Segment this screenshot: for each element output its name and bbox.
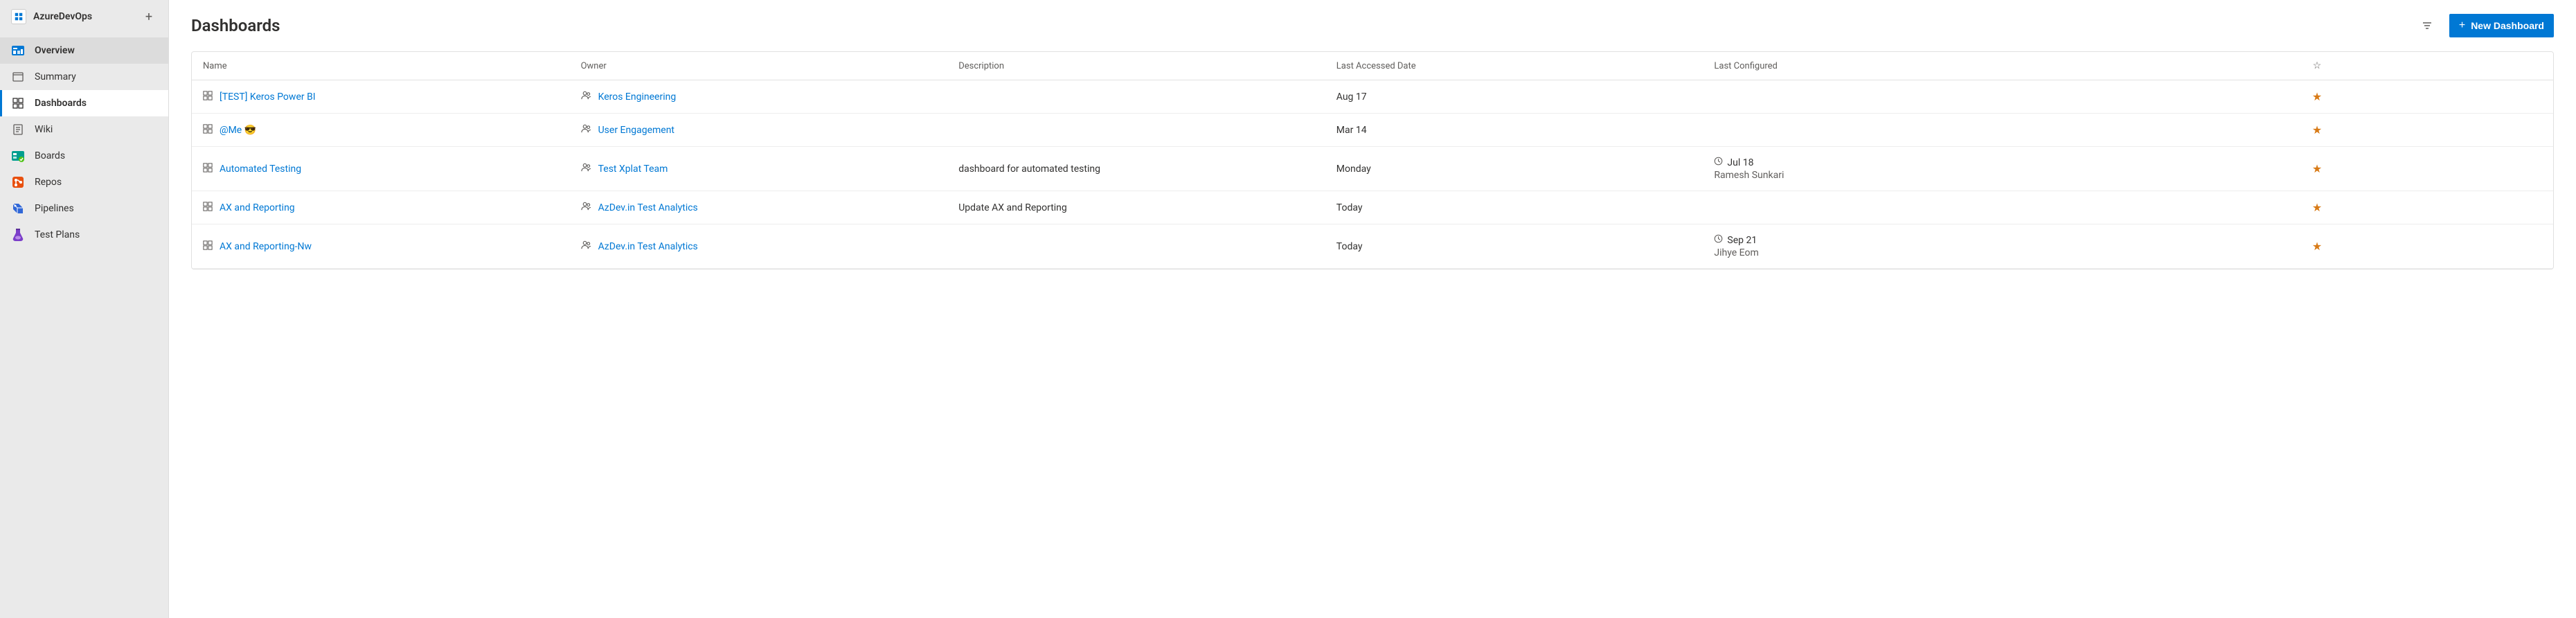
team-icon xyxy=(581,201,591,214)
table-row[interactable]: AX and Reporting AzDev.in Test Analytics… xyxy=(192,191,2553,224)
last-accessed-cell: Today xyxy=(1325,224,1703,269)
new-dashboard-button[interactable]: + New Dashboard xyxy=(2449,14,2554,37)
owner-link[interactable]: Keros Engineering xyxy=(598,91,677,103)
filter-button[interactable] xyxy=(2417,16,2437,35)
main-content: Dashboards + New Dashboard Name Owner De… xyxy=(169,0,2576,618)
nav-label: Boards xyxy=(35,150,65,161)
nav-list: Overview Summary Dashboards Wiki xyxy=(0,37,168,248)
clock-icon xyxy=(1714,157,1723,168)
project-icon xyxy=(11,9,26,24)
star-icon[interactable]: ★ xyxy=(2312,123,2322,136)
description-cell xyxy=(947,224,1325,269)
col-name[interactable]: Name xyxy=(192,52,570,80)
nav-label: Dashboards xyxy=(35,98,87,109)
nav-label: Repos xyxy=(35,177,62,188)
configured-cell: Jul 18 Ramesh Sunkari xyxy=(1714,157,2070,181)
description-cell: dashboard for automated testing xyxy=(947,147,1325,191)
team-icon xyxy=(581,90,591,103)
table-row[interactable]: @Me 😎 User Engagement Mar 14 ★ xyxy=(192,114,2553,147)
table-row[interactable]: AX and Reporting-Nw AzDev.in Test Analyt… xyxy=(192,224,2553,269)
col-last-accessed[interactable]: Last Accessed Date xyxy=(1325,52,1703,80)
col-owner[interactable]: Owner xyxy=(570,52,948,80)
sidebar-item-boards[interactable]: Boards xyxy=(0,143,168,169)
description-cell xyxy=(947,114,1325,147)
sidebar-header: AzureDevOps + xyxy=(0,0,168,33)
last-accessed-cell: Aug 17 xyxy=(1325,80,1703,114)
description-cell: Update AX and Reporting xyxy=(947,191,1325,224)
page-header: Dashboards + New Dashboard xyxy=(191,14,2554,37)
star-icon[interactable]: ★ xyxy=(2312,201,2322,214)
col-description[interactable]: Description xyxy=(947,52,1325,80)
nav-label: Pipelines xyxy=(35,203,74,214)
sidebar-item-summary[interactable]: Summary xyxy=(0,64,168,90)
sidebar: AzureDevOps + Overview Summary Dashboa xyxy=(0,0,169,618)
plus-icon: + xyxy=(2459,19,2465,32)
configured-date: Jul 18 xyxy=(1727,157,1753,168)
owner-link[interactable]: Test Xplat Team xyxy=(598,164,668,175)
sidebar-item-repos[interactable]: Repos xyxy=(0,169,168,195)
description-cell xyxy=(947,80,1325,114)
team-icon xyxy=(581,240,591,253)
dashboard-name-link[interactable]: [TEST] Keros Power BI xyxy=(220,91,316,103)
last-accessed-cell: Mar 14 xyxy=(1325,114,1703,147)
pipelines-icon xyxy=(11,202,25,215)
project-name[interactable]: AzureDevOps xyxy=(33,11,141,22)
owner-link[interactable]: AzDev.in Test Analytics xyxy=(598,202,698,213)
clock-icon xyxy=(1714,234,1723,246)
star-outline-icon: ☆ xyxy=(2313,60,2322,71)
dashboards-icon xyxy=(11,96,25,110)
header-actions: + New Dashboard xyxy=(2417,14,2554,37)
wiki-icon xyxy=(11,123,25,136)
test-plans-icon xyxy=(11,228,25,242)
owner-link[interactable]: User Engagement xyxy=(598,125,674,136)
overview-icon xyxy=(11,44,25,58)
owner-link[interactable]: AzDev.in Test Analytics xyxy=(598,241,698,252)
add-button[interactable]: + xyxy=(141,8,157,25)
nav-label: Summary xyxy=(35,71,76,82)
configured-by: Jihye Eom xyxy=(1714,247,2070,258)
configured-date: Sep 21 xyxy=(1727,235,1757,246)
dashboard-icon xyxy=(203,163,213,175)
sidebar-item-test-plans[interactable]: Test Plans xyxy=(0,222,168,248)
sidebar-item-dashboards[interactable]: Dashboards xyxy=(0,90,168,116)
sidebar-item-overview[interactable]: Overview xyxy=(0,37,168,64)
dashboard-icon xyxy=(203,240,213,253)
star-icon[interactable]: ★ xyxy=(2312,90,2322,103)
col-favorite[interactable]: ☆ xyxy=(2081,52,2553,80)
nav-label: Test Plans xyxy=(35,229,80,240)
star-icon[interactable]: ★ xyxy=(2312,162,2322,175)
team-icon xyxy=(581,123,591,136)
boards-icon xyxy=(11,149,25,163)
configured-cell: Sep 21 Jihye Eom xyxy=(1714,234,2070,258)
sidebar-item-pipelines[interactable]: Pipelines xyxy=(0,195,168,222)
nav-label: Overview xyxy=(35,45,75,56)
team-icon xyxy=(581,162,591,175)
page-title: Dashboards xyxy=(191,16,280,35)
dashboard-icon xyxy=(203,124,213,136)
dashboard-name-link[interactable]: Automated Testing xyxy=(220,164,301,175)
last-accessed-cell: Monday xyxy=(1325,147,1703,191)
nav-label: Wiki xyxy=(35,124,53,135)
summary-icon xyxy=(11,70,25,84)
dashboard-name-link[interactable]: @Me 😎 xyxy=(220,125,256,136)
new-button-label: New Dashboard xyxy=(2471,20,2544,31)
dashboard-icon xyxy=(203,202,213,214)
repos-icon xyxy=(11,175,25,189)
dashboard-name-link[interactable]: AX and Reporting-Nw xyxy=(220,241,312,252)
last-accessed-cell: Today xyxy=(1325,191,1703,224)
col-last-configured[interactable]: Last Configured xyxy=(1703,52,2081,80)
dashboards-table: Name Owner Description Last Accessed Dat… xyxy=(191,51,2554,270)
dashboard-name-link[interactable]: AX and Reporting xyxy=(220,202,295,213)
table-row[interactable]: Automated Testing Test Xplat Team dashbo… xyxy=(192,147,2553,191)
dashboard-icon xyxy=(203,91,213,103)
star-icon[interactable]: ★ xyxy=(2312,240,2322,253)
sidebar-item-wiki[interactable]: Wiki xyxy=(0,116,168,143)
table-row[interactable]: [TEST] Keros Power BI Keros Engineering … xyxy=(192,80,2553,114)
configured-by: Ramesh Sunkari xyxy=(1714,170,2070,181)
table-header-row: Name Owner Description Last Accessed Dat… xyxy=(192,52,2553,80)
